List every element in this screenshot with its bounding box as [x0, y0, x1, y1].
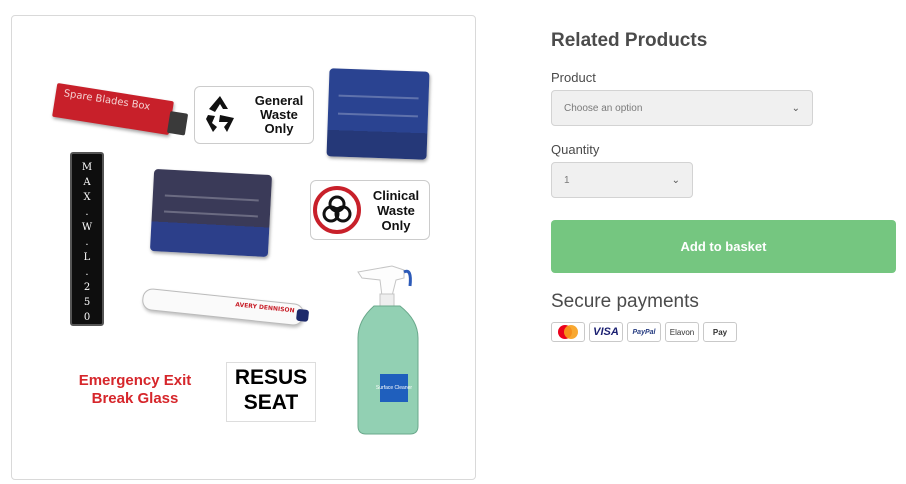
general-waste-line-2: Waste [260, 107, 298, 122]
blue-squeegee-image [326, 68, 430, 160]
product-select[interactable]: Choose an option ⌄ [551, 90, 813, 126]
spray-bottle-image: Surface Cleaner [357, 265, 419, 435]
weight-char: A [83, 177, 91, 188]
clinical-waste-line-3: Only [381, 217, 411, 233]
quantity-label: Quantity [551, 142, 600, 157]
spare-blades-box-image: Spare Blades Box [52, 82, 189, 136]
clinical-waste-sign: Clinical Waste Only [310, 180, 430, 240]
weight-char: L [83, 252, 91, 263]
emergency-exit-line-2: Break Glass [91, 390, 179, 407]
resus-line-1: RESUS [234, 366, 308, 389]
dark-squeegee-image [149, 168, 273, 258]
payment-methods: VISA PayPal Elavon Pay [551, 322, 737, 342]
product-select-value: Choose an option [564, 102, 643, 114]
elavon-text: Elavon [669, 327, 695, 337]
weight-char: 0 [83, 312, 91, 323]
resus-seat-sign: RESUS SEAT [226, 362, 316, 422]
product-image-gallery[interactable]: Spare Blades Box General Waste Only M A … [11, 15, 476, 480]
pen-logo: AVERY DENNISON [234, 301, 295, 315]
blades-box-label: Spare Blades Box [62, 88, 151, 113]
pen-cap [295, 308, 310, 322]
clinical-waste-line-1: Clinical [372, 187, 420, 203]
weight-char: M [81, 162, 93, 173]
elavon-icon: Elavon [665, 322, 699, 342]
weight-char: . [85, 267, 89, 278]
mastercard-icon [551, 322, 585, 342]
quantity-select[interactable]: 1 ⌄ [551, 162, 693, 198]
resus-line-2: SEAT [243, 391, 299, 414]
paypal-text: PayPal [632, 328, 656, 336]
related-products-title: Related Products [551, 30, 708, 51]
pay-text: Pay [712, 327, 728, 337]
contactless-pay-icon: Pay [703, 322, 737, 342]
weight-char: . [85, 207, 89, 218]
weight-char: W [81, 222, 93, 233]
blades-box-cap [166, 111, 189, 136]
general-waste-sign: General Waste Only [194, 86, 314, 144]
paypal-icon: PayPal [627, 322, 661, 342]
marker-pen-image: AVERY DENNISON [141, 287, 310, 327]
quantity-select-value: 1 [564, 174, 570, 186]
chevron-down-icon: ⌄ [791, 102, 800, 114]
general-waste-line-1: General [254, 93, 304, 108]
bottle-label: Surface Cleaner [376, 385, 412, 391]
clinical-waste-line-2: Waste [377, 202, 415, 218]
emergency-exit-label: Emergency Exit Break Glass [70, 372, 200, 408]
weight-char: . [85, 237, 89, 248]
secure-payments-title: Secure payments [551, 291, 699, 312]
recycle-icon [206, 96, 234, 132]
add-to-basket-button[interactable]: Add to basket [551, 220, 896, 273]
visa-text: VISA [593, 326, 619, 338]
biohazard-icon [313, 186, 361, 234]
weight-char: 5 [83, 297, 91, 308]
weight-char: 2 [83, 282, 91, 293]
general-waste-line-3: Only [264, 121, 294, 136]
chevron-down-icon: ⌄ [671, 174, 680, 186]
visa-icon: VISA [589, 322, 623, 342]
weight-char: X [83, 192, 91, 203]
emergency-exit-line-1: Emergency Exit [78, 372, 192, 389]
product-label: Product [551, 70, 596, 85]
weight-limit-sign: M A X . W . L . 2 5 0 [70, 152, 104, 326]
